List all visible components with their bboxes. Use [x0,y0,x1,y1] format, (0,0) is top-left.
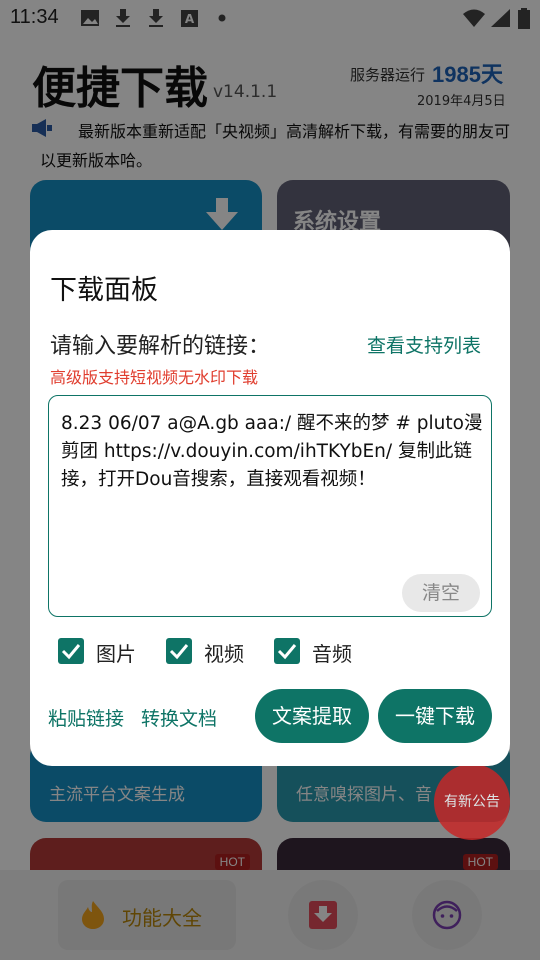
paste-link-button[interactable]: 粘贴链接 [48,704,124,731]
clear-button[interactable]: 清空 [402,574,480,612]
news-button[interactable]: 有新公告 [434,764,510,840]
dialog-title: 下载面板 [50,275,158,306]
checkbox-checked-icon [274,638,300,664]
video-checkbox-label: 视频 [204,642,244,666]
download-panel-dialog: 下载面板 请输入要解析的链接： 查看支持列表 高级版支持短视频无水印下载 8.2… [30,230,510,766]
media-type-options: 图片 视频 音频 [58,636,498,670]
premium-note: 高级版支持短视频无水印下载 [50,368,259,387]
checkbox-checked-icon [58,638,84,664]
image-checkbox-label: 图片 [96,642,136,666]
link-input-text[interactable]: 8.23 06/07 a@A.gb aaa:/ 醒不来的梦 # pluto漫剪团… [61,410,485,494]
link-prompt: 请输入要解析的链接： [50,334,271,359]
convert-document-button[interactable]: 转换文档 [141,704,217,731]
checkbox-checked-icon [166,638,192,664]
audio-checkbox-label: 音频 [312,642,352,666]
support-list-link[interactable]: 查看支持列表 [367,331,481,358]
extract-copy-button[interactable]: 文案提取 [255,689,369,743]
one-click-download-button[interactable]: 一键下载 [378,689,492,743]
